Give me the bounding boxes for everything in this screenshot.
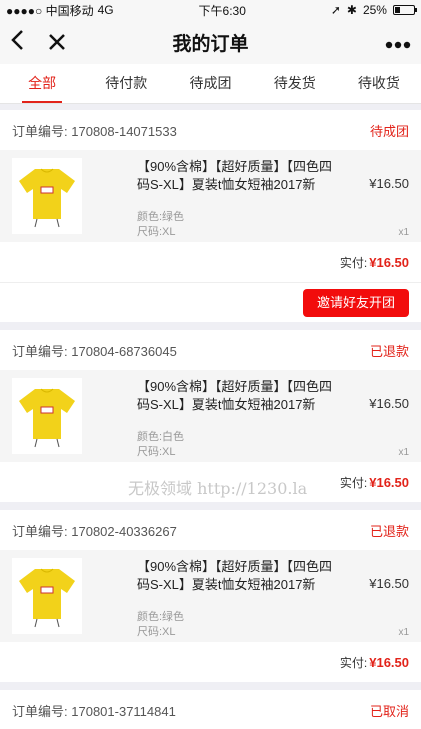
tab-pending-receipt[interactable]: 待收货	[337, 64, 421, 103]
status-bar: ●●●●○ 中国移动 4G 下午6:30 ➚ ✱ 25%	[0, 0, 421, 20]
order-status: 待成团	[369, 123, 409, 139]
order-number: 订单编号: 170808-14071533	[12, 123, 177, 139]
paid-amount: 实付: ¥16.50	[339, 474, 409, 490]
order-status: 已退款	[369, 523, 409, 539]
product-image	[12, 558, 82, 634]
close-icon[interactable]	[48, 27, 66, 58]
order-number: 订单编号: 170801-37114841	[12, 703, 176, 719]
battery-percent: 25%	[362, 3, 387, 17]
order-card[interactable]: 订单编号: 170801-37114841 已取消	[0, 690, 421, 729]
tab-pending-payment[interactable]: 待付款	[84, 64, 168, 103]
battery-icon	[392, 5, 417, 15]
tab-pending-group[interactable]: 待成团	[168, 64, 252, 103]
product-qty: x1	[398, 447, 409, 458]
carrier-label: ●●●●○ 中国移动	[6, 3, 94, 18]
order-status: 已退款	[369, 343, 409, 359]
tab-pending-shipment[interactable]: 待发货	[253, 64, 337, 103]
product-image	[12, 158, 82, 234]
product-size: 尺码:XL	[137, 226, 176, 238]
product-qty: x1	[398, 627, 409, 638]
product-spec: 颜色:绿色 尺码:XL	[137, 610, 184, 640]
invite-friends-button[interactable]: 邀请好友开团	[302, 288, 409, 317]
product-price: ¥16.50	[369, 576, 409, 591]
product-size: 尺码:XL	[137, 626, 176, 638]
order-header: 订单编号: 170804-68736045 已退款	[0, 330, 421, 370]
product-price: ¥16.50	[369, 176, 409, 191]
product-color: 颜色:绿色	[137, 211, 185, 223]
product-size: 尺码:XL	[137, 446, 176, 458]
order-actions: 邀请好友开团	[0, 282, 421, 322]
network-label: 4G	[97, 3, 114, 17]
product-color: 颜色:绿色	[137, 611, 185, 623]
paid-amount: 实付: ¥16.50	[339, 254, 409, 270]
order-card[interactable]: 订单编号: 170808-14071533 待成团 【90%含棉】【超好质量】【…	[0, 110, 421, 322]
more-dots-icon[interactable]	[385, 29, 411, 55]
order-card[interactable]: 订单编号: 170804-68736045 已退款 【90%含棉】【超好质量】【…	[0, 330, 421, 502]
product-spec: 颜色:绿色 尺码:XL	[137, 210, 184, 240]
product-color: 颜色:白色	[137, 431, 185, 443]
product-item[interactable]: 【90%含棉】【超好质量】【四色四码S-XL】夏装t恤女短袖2017新 颜色:绿…	[0, 550, 421, 642]
product-name: 【90%含棉】【超好质量】【四色四码S-XL】夏装t恤女短袖2017新	[137, 559, 333, 592]
tab-all[interactable]: 全部	[0, 64, 84, 103]
order-list: 订单编号: 170808-14071533 待成团 【90%含棉】【超好质量】【…	[0, 104, 421, 729]
order-number: 订单编号: 170804-68736045	[12, 343, 177, 359]
product-price: ¥16.50	[369, 396, 409, 411]
order-header: 订单编号: 170808-14071533 待成团	[0, 110, 421, 150]
product-qty: x1	[398, 227, 409, 238]
product-item[interactable]: 【90%含棉】【超好质量】【四色四码S-XL】夏装t恤女短袖2017新 颜色:白…	[0, 370, 421, 462]
product-name: 【90%含棉】【超好质量】【四色四码S-XL】夏装t恤女短袖2017新	[137, 159, 333, 192]
nav-bar: 我的订单	[0, 20, 421, 64]
product-image	[12, 378, 82, 454]
order-tabs: 全部 待付款 待成团 待发货 待收货	[0, 64, 421, 104]
paid-amount: 实付: ¥16.50	[339, 654, 409, 670]
order-status: 已取消	[369, 703, 409, 719]
chevron-left-icon[interactable]	[10, 27, 24, 58]
product-spec: 颜色:白色 尺码:XL	[137, 430, 184, 460]
order-header: 订单编号: 170802-40336267 已退款	[0, 510, 421, 550]
order-card[interactable]: 订单编号: 170802-40336267 已退款 【90%含棉】【超好质量】【…	[0, 510, 421, 682]
product-item[interactable]: 【90%含棉】【超好质量】【四色四码S-XL】夏装t恤女短袖2017新 颜色:绿…	[0, 150, 421, 242]
bluetooth-icon: ✱	[346, 3, 357, 17]
order-header: 订单编号: 170801-37114841 已取消	[0, 690, 421, 729]
location-icon: ➚	[330, 3, 341, 17]
clock: 下午6:30	[198, 3, 246, 18]
order-number: 订单编号: 170802-40336267	[12, 523, 177, 539]
product-name: 【90%含棉】【超好质量】【四色四码S-XL】夏装t恤女短袖2017新	[137, 379, 333, 412]
